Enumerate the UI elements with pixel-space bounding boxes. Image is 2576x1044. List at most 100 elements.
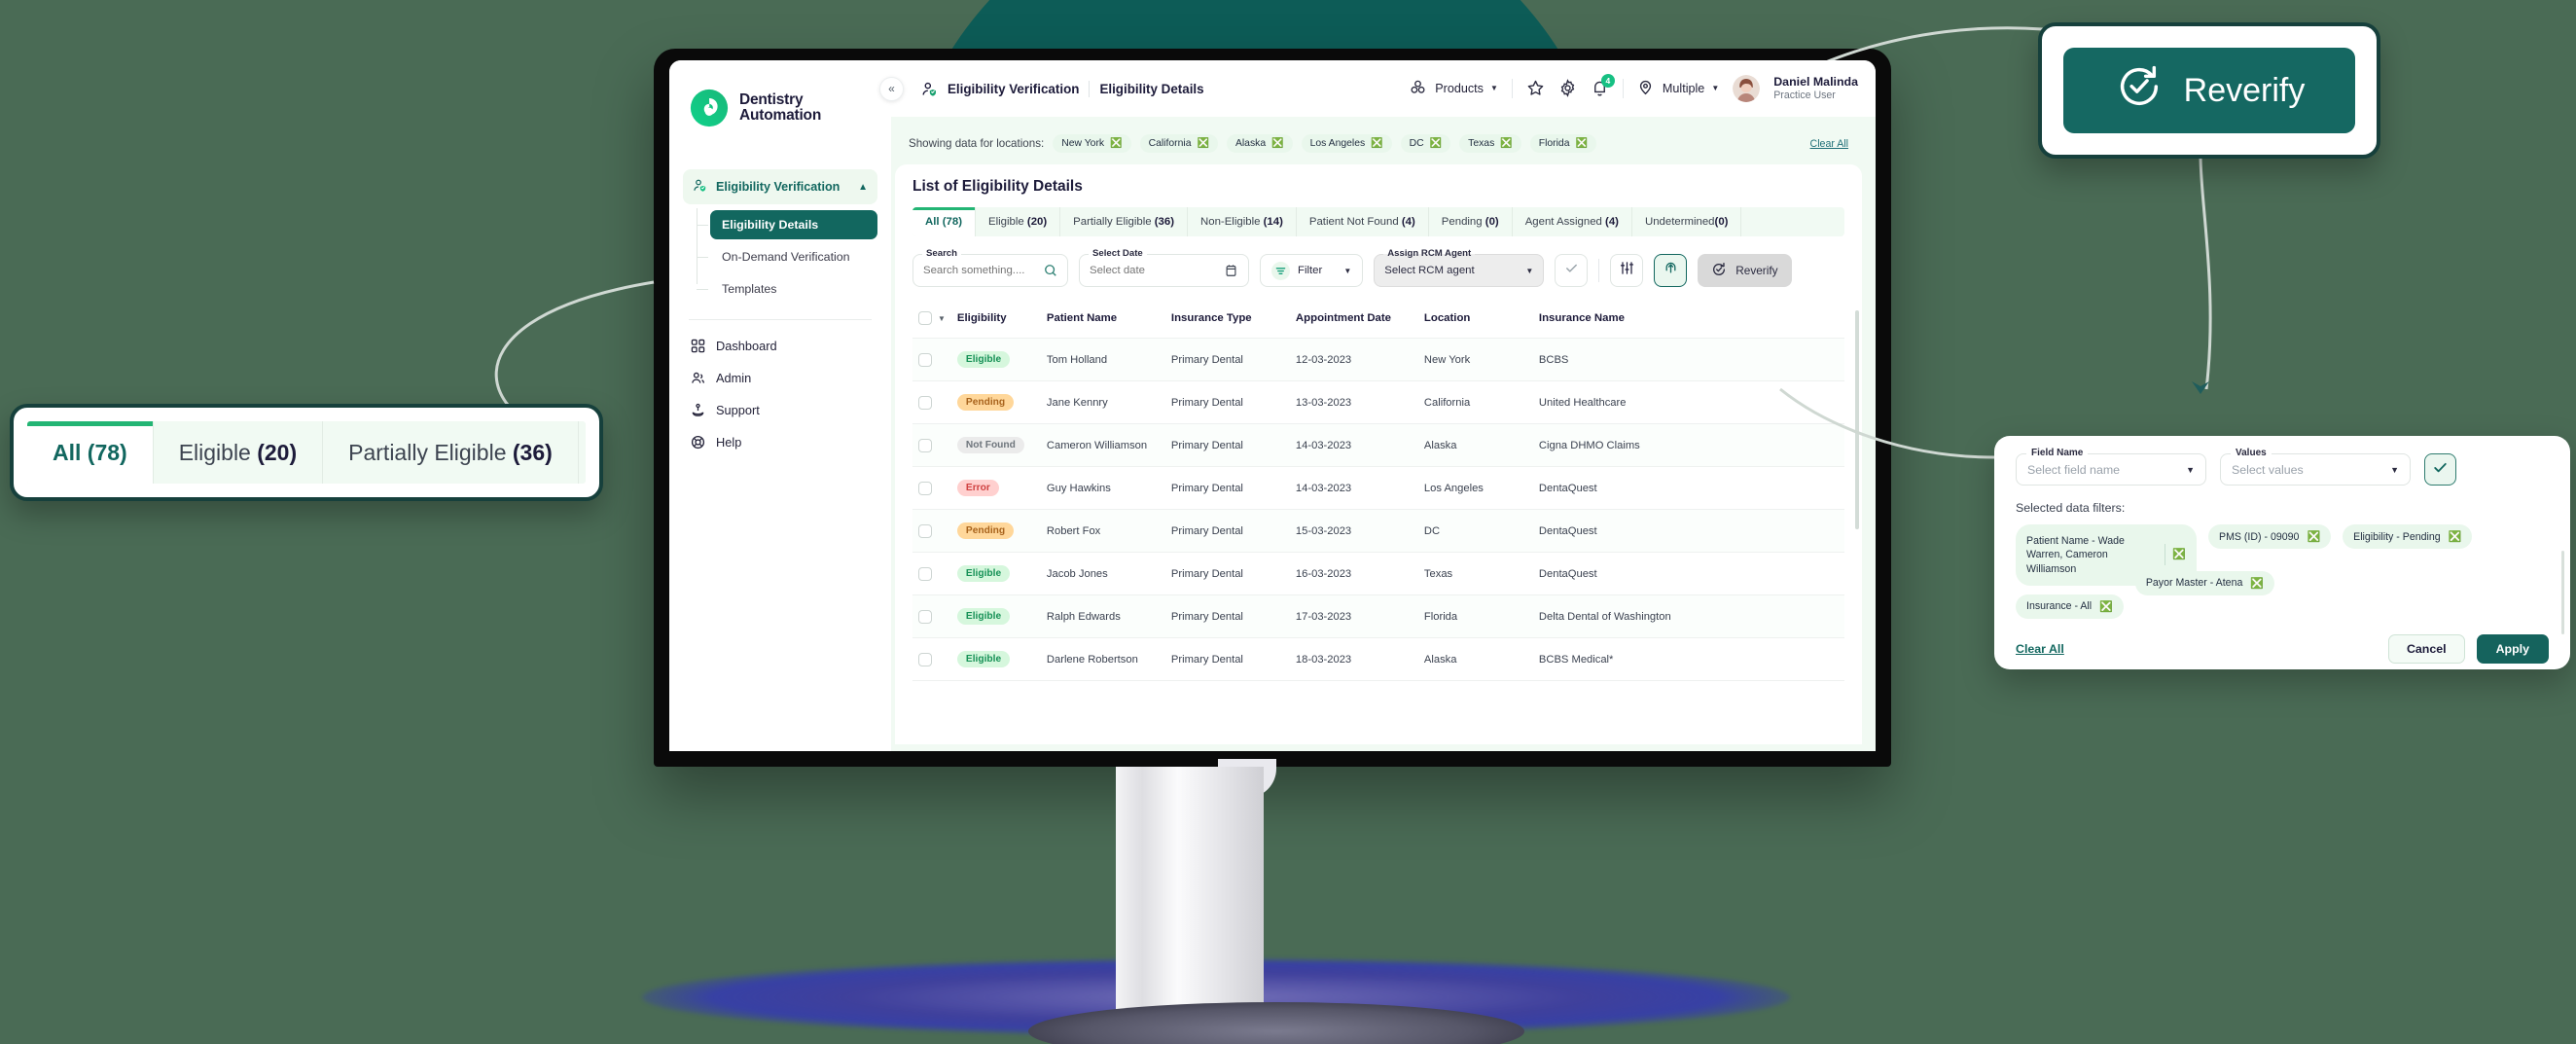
brand[interactable]: Dentistry Automation <box>683 80 877 128</box>
bell-icon[interactable]: 4 <box>1591 74 1615 97</box>
column-header-eligibility[interactable]: Eligibility <box>950 299 1041 339</box>
avatar[interactable] <box>1733 74 1761 102</box>
table-row[interactable]: Pending Robert Fox Primary Dental 15-03-… <box>912 509 1844 553</box>
sidebar-item-templates[interactable]: Templates <box>697 274 877 304</box>
close-circle-icon[interactable]: ❎ <box>1371 138 1382 149</box>
products-menu[interactable]: Products ▼ <box>1410 79 1498 97</box>
location-chip[interactable]: Florida ❎ <box>1529 134 1596 153</box>
row-checkbox[interactable] <box>918 566 932 581</box>
date-field[interactable]: Select Date <box>1079 248 1249 287</box>
close-circle-icon[interactable]: ❎ <box>1271 138 1283 149</box>
sidebar-item-on-demand-verification[interactable]: On-Demand Verification <box>697 242 877 271</box>
select-all-checkbox[interactable] <box>918 311 932 325</box>
sidebar-item-dashboard[interactable]: Dashboard <box>683 330 877 362</box>
close-circle-icon[interactable]: ❎ <box>2449 530 2462 543</box>
sidebar-item-help[interactable]: Help <box>683 426 877 458</box>
calendar-icon[interactable] <box>1225 264 1238 277</box>
location-chip[interactable]: New York ❎ <box>1053 134 1131 153</box>
table-row[interactable]: Error Guy Hawkins Primary Dental 14-03-2… <box>912 466 1844 510</box>
column-header-insurance-name[interactable]: Insurance Name <box>1532 299 1844 339</box>
column-header-appointment-date[interactable]: Appointment Date <box>1289 299 1418 339</box>
location-selector[interactable]: Multiple ▼ <box>1637 79 1719 97</box>
tab-agent-assigned[interactable]: Agent Assigned (4) <box>1513 207 1632 236</box>
table-row[interactable]: Not Found Cameron Williamson Primary Den… <box>912 423 1844 467</box>
gear-icon[interactable] <box>1558 79 1577 98</box>
add-filter-confirm-button[interactable] <box>2424 453 2456 486</box>
table-row[interactable]: Pending Jane Kennry Primary Dental 13-03… <box>912 380 1844 424</box>
row-checkbox-cell <box>912 380 951 424</box>
tab-pending[interactable]: Pending (0) <box>1429 207 1513 236</box>
close-circle-icon[interactable]: ❎ <box>2172 548 2186 562</box>
close-circle-icon[interactable]: ❎ <box>2250 577 2264 590</box>
confirm-assign-button[interactable] <box>1555 254 1589 287</box>
filter-panel-scrollbar[interactable] <box>2561 551 2564 634</box>
search-input[interactable] <box>923 265 1038 276</box>
row-checkbox[interactable] <box>918 352 932 367</box>
row-checkbox[interactable] <box>918 481 932 495</box>
close-circle-icon[interactable]: ❎ <box>1110 138 1122 149</box>
row-checkbox[interactable] <box>918 438 932 452</box>
chevron-double-left-icon[interactable]: « <box>879 76 904 101</box>
location-chip[interactable]: DC ❎ <box>1400 134 1451 153</box>
filter-chip[interactable]: PMS (ID) - 09090 ❎ <box>2208 524 2332 549</box>
tab-undetermined[interactable]: Undetermined(0) <box>1632 207 1742 236</box>
reverify-button[interactable]: Reverify <box>1698 254 1792 287</box>
reverify-button-large[interactable]: Reverify <box>2063 48 2355 133</box>
filter-chip[interactable]: Insurance - All ❎ <box>2016 594 2124 619</box>
tab-eligible[interactable]: Eligible (20) <box>976 207 1061 236</box>
filter-chip[interactable]: Eligibility - Pending ❎ <box>2343 524 2473 549</box>
row-checkbox[interactable] <box>918 609 932 624</box>
close-circle-icon[interactable]: ❎ <box>2307 530 2320 543</box>
cancel-button[interactable]: Cancel <box>2387 633 2465 664</box>
close-circle-icon[interactable]: ❎ <box>1430 138 1442 149</box>
close-circle-icon[interactable]: ❎ <box>2099 600 2113 613</box>
clear-all-locations-link[interactable]: Clear All <box>1810 138 1848 150</box>
close-circle-icon[interactable]: ❎ <box>1197 138 1208 149</box>
location-chip[interactable]: Alaska ❎ <box>1226 134 1293 153</box>
column-header-insurance-type[interactable]: Insurance Type <box>1164 299 1290 339</box>
close-circle-icon[interactable]: ❎ <box>1576 138 1588 149</box>
location-chip[interactable]: California ❎ <box>1139 134 1218 153</box>
table-scrollbar[interactable] <box>1855 310 1859 529</box>
column-header-patient-name[interactable]: Patient Name <box>1040 299 1165 339</box>
search-icon[interactable] <box>1044 264 1057 277</box>
column-settings-button[interactable] <box>1610 254 1644 287</box>
row-checkbox[interactable] <box>918 652 932 666</box>
search-field[interactable]: Search <box>912 248 1068 287</box>
breadcrumb-item-parent[interactable]: Eligibility Verification <box>948 82 1079 96</box>
values-select[interactable]: Values Select values ▼ <box>2220 448 2411 486</box>
date-input[interactable] <box>1090 265 1219 276</box>
filter-chip[interactable]: Payor Master - Atena ❎ <box>2134 570 2275 595</box>
tab-patient-not-found[interactable]: Patient Not Found (4) <box>1297 207 1429 236</box>
tab-partially-eligible[interactable]: Partially Eligible (36) <box>1060 207 1189 236</box>
location-chip[interactable]: Texas ❎ <box>1459 134 1521 153</box>
star-icon[interactable] <box>1526 79 1545 97</box>
table-row[interactable]: Eligible Darlene Robertson Primary Denta… <box>912 637 1844 681</box>
user-info[interactable]: Daniel Malinda Practice User <box>1773 75 1858 102</box>
location-chip[interactable]: Los Angeles ❎ <box>1301 134 1392 153</box>
table-row[interactable]: Eligible Tom Holland Primary Dental 12-0… <box>912 338 1844 381</box>
chevron-up-icon[interactable]: ▲ <box>858 182 868 193</box>
column-header-location[interactable]: Location <box>1417 299 1533 339</box>
tab-non-eligible[interactable]: Non-Eligible (14) <box>1188 207 1297 236</box>
tab-all[interactable]: All (78) <box>912 207 976 236</box>
apply-button[interactable]: Apply <box>2476 633 2549 664</box>
tab-all-large[interactable]: All (78) <box>27 421 154 484</box>
sidebar-item-support[interactable]: Support <box>683 394 877 426</box>
field-name-select[interactable]: Field Name Select field name ▼ <box>2016 448 2206 486</box>
sidebar-item-eligibility-details[interactable]: Eligibility Details <box>697 210 877 239</box>
sidebar-item-admin[interactable]: Admin <box>683 362 877 394</box>
row-checkbox[interactable] <box>918 395 932 410</box>
export-button[interactable] <box>1654 254 1688 287</box>
clear-all-filters-link[interactable]: Clear All <box>2016 642 2064 656</box>
row-checkbox[interactable] <box>918 523 932 538</box>
chevron-down-icon[interactable]: ▼ <box>938 314 946 323</box>
table-row[interactable]: Eligible Jacob Jones Primary Dental 16-0… <box>912 552 1844 595</box>
tab-partially-eligible-large[interactable]: Partially Eligible (36) <box>323 421 579 484</box>
filter-button[interactable]: Filter ▼ <box>1260 254 1364 287</box>
table-row[interactable]: Eligible Ralph Edwards Primary Dental 17… <box>912 594 1844 638</box>
rcm-agent-select[interactable]: Assign RCM Agent Select RCM agent ▼ <box>1374 248 1545 287</box>
close-circle-icon[interactable]: ❎ <box>1500 138 1512 149</box>
tab-eligible-large[interactable]: Eligible (20) <box>154 421 324 484</box>
sidebar-group-eligibility-verification[interactable]: Eligibility Verification ▲ <box>683 169 877 204</box>
